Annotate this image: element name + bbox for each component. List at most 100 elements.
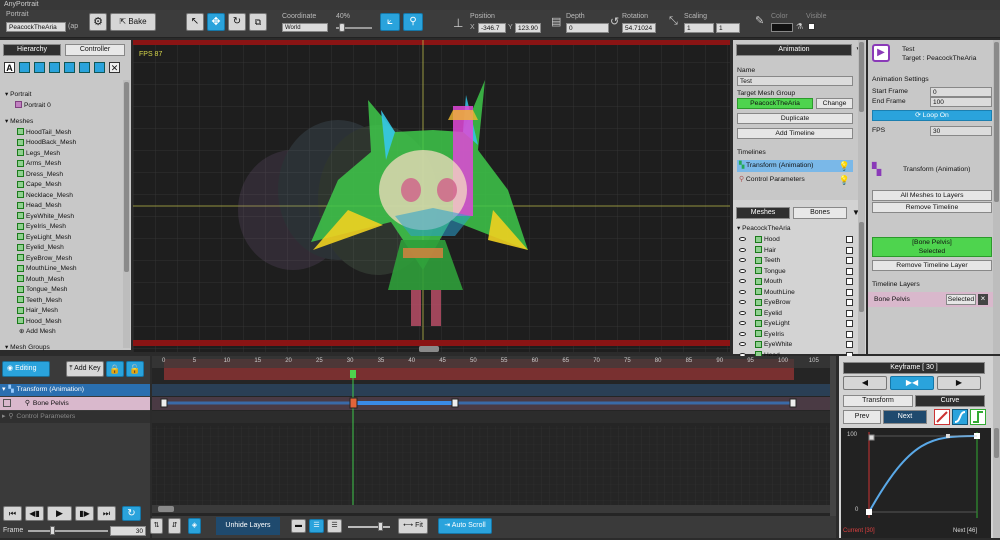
mesh-item[interactable]: Legs_Mesh — [17, 149, 120, 160]
eye-icon[interactable] — [739, 247, 746, 252]
layer-checkbox[interactable] — [846, 257, 853, 264]
bone-visibility-box[interactable] — [3, 399, 11, 408]
eye-icon[interactable] — [739, 237, 746, 242]
curve-linear-icon[interactable] — [934, 409, 950, 425]
add-timeline-button[interactable]: Add Timeline — [737, 128, 853, 139]
animation-scroll-thumb[interactable] — [859, 42, 864, 112]
scale-y-field[interactable]: 1 — [716, 23, 740, 33]
last-frame-icon[interactable]: ⏭ — [97, 506, 116, 521]
layer-item[interactable]: Hood — [739, 235, 857, 246]
layer-item[interactable]: Tongue — [739, 267, 857, 278]
mesh-item[interactable]: Mouth_Mesh — [17, 275, 120, 286]
mesh-item[interactable]: HoodBack_Mesh — [17, 138, 120, 149]
mesh-item[interactable]: Tongue_Mesh — [17, 285, 120, 296]
layer-item[interactable]: EyeLight — [739, 319, 857, 330]
hierarchy-scroll-thumb[interactable] — [124, 82, 129, 272]
timeline-row-transform[interactable]: ▾ ▚ Transform (Animation) — [0, 384, 150, 396]
move-tool-icon[interactable]: ✥ — [207, 13, 225, 31]
layer-group-header[interactable]: ▾ PeacockTheAria — [737, 224, 791, 235]
tree-mesh-groups-header[interactable]: ▾ Mesh Groups — [5, 343, 120, 354]
duplicate-button[interactable]: Duplicate — [737, 113, 853, 124]
start-frame-field[interactable]: 0 — [930, 87, 992, 97]
mesh-item[interactable]: Eyelid_Mesh — [17, 243, 120, 254]
rotation-field[interactable]: 54.71024 — [622, 23, 656, 33]
scale-x-field[interactable]: 1 — [684, 23, 714, 33]
keyframe-scrollbar[interactable] — [993, 356, 1000, 538]
auto-scroll-button[interactable]: ⇥ Auto Scroll — [438, 518, 492, 534]
viewport-hscroll-thumb[interactable] — [419, 346, 439, 352]
curve-graph[interactable]: 100 0 Current [30] Next [46] — [841, 428, 991, 538]
depth-field[interactable]: 0 — [566, 23, 609, 33]
color-swatch[interactable] — [771, 23, 793, 32]
row-medium-icon[interactable]: ☰ — [309, 519, 324, 533]
sort-icon[interactable]: ⇅ — [150, 518, 163, 534]
layer-checkbox[interactable] — [846, 309, 853, 317]
select-tool-icon[interactable]: ↖ — [186, 13, 204, 31]
filter-all-icon[interactable]: A — [4, 62, 15, 73]
all-meshes-button[interactable]: All Meshes to Layers — [872, 190, 992, 201]
properties-scroll-thumb[interactable] — [994, 42, 999, 202]
mesh-item[interactable]: Dress_Mesh — [17, 170, 120, 181]
tab-curve[interactable]: Curve — [915, 395, 985, 407]
tab-meshes[interactable]: Meshes — [736, 207, 790, 219]
timeline-hscroll[interactable] — [152, 505, 836, 513]
mesh-item[interactable]: Head_Mesh — [17, 201, 120, 212]
filter-image-icon[interactable] — [34, 62, 45, 73]
layer-checkbox[interactable] — [846, 330, 853, 338]
sort-depth-icon[interactable]: ⇵ — [168, 518, 181, 534]
rotate-tool-icon[interactable]: ↻ — [228, 13, 246, 31]
change-button[interactable]: Change — [816, 98, 853, 109]
eye-icon[interactable] — [739, 289, 746, 294]
timeline-row-bone[interactable]: ⚲ Bone Pelvis — [0, 397, 150, 410]
mesh-item[interactable]: EyeIris_Mesh — [17, 222, 120, 233]
layer-checkbox[interactable] — [846, 236, 853, 243]
zoom-timeline-track[interactable] — [348, 526, 390, 528]
first-frame-icon[interactable]: ⏮ — [3, 506, 22, 521]
layer-item[interactable]: EyeWhite — [739, 340, 857, 351]
timeline-layer-row[interactable]: Bone Pelvis Selected × — [868, 292, 994, 307]
prev-button[interactable]: Prev — [843, 410, 881, 424]
keyframe-scroll-thumb[interactable] — [994, 428, 999, 458]
properties-scrollbar[interactable] — [993, 40, 1000, 354]
hierarchy-scrollbar[interactable] — [123, 80, 130, 348]
timeline-vscroll[interactable] — [830, 356, 836, 516]
loop-play-icon[interactable]: ↻ — [122, 506, 141, 521]
layers-icon[interactable]: ◈ — [188, 518, 201, 534]
mesh-item[interactable]: Arms_Mesh — [17, 159, 120, 170]
mesh-item[interactable]: Hood_Mesh — [17, 317, 120, 328]
eye-icon[interactable] — [739, 268, 746, 273]
mesh-item[interactable]: Hair_Mesh — [17, 306, 120, 317]
frame-slider-thumb[interactable] — [50, 526, 55, 535]
layer-item[interactable]: EyeIris — [739, 330, 857, 341]
layer-item[interactable]: EyeBrow — [739, 298, 857, 309]
timeline-control-item[interactable]: ⚲ Control Parameters 💡 — [737, 174, 853, 186]
filter-none-icon[interactable]: ✕ — [109, 62, 120, 73]
frame-slider-track[interactable] — [28, 530, 108, 532]
lightbulb-icon-2[interactable]: 💡 — [839, 174, 850, 186]
bone-view-icon[interactable]: ⚲ — [403, 13, 423, 31]
tab-controller[interactable]: Controller — [65, 44, 125, 56]
mesh-item[interactable]: EyeBrow_Mesh — [17, 254, 120, 265]
mesh-item[interactable]: EyeWhite_Mesh — [17, 212, 120, 223]
frame-field[interactable]: 30 — [110, 526, 146, 536]
layer-checkbox[interactable] — [846, 267, 853, 275]
timeline-hscroll-thumb[interactable] — [158, 506, 174, 512]
layer-item[interactable]: Hair — [739, 246, 857, 257]
play-icon[interactable]: ▶ — [47, 506, 72, 521]
eye-icon[interactable] — [739, 342, 746, 347]
portrait-name-field[interactable]: PeacockTheAria — [6, 22, 66, 32]
timeline-area[interactable]: 0 5 10 15 20 25 30 35 40 45 50 55 60 65 70 75 80 85 90 95 10… — [152, 356, 836, 516]
gear-icon[interactable]: ⚙ — [89, 13, 107, 31]
unhide-layers-button[interactable]: Unhide Layers — [216, 517, 280, 535]
next-key-icon[interactable]: ▶ — [937, 376, 981, 390]
curve-constant-icon[interactable] — [970, 409, 986, 425]
mesh-item[interactable]: EyeLight_Mesh — [17, 233, 120, 244]
filter-mesh-icon[interactable] — [49, 62, 60, 73]
scale-tool-icon[interactable]: ⧉ — [249, 13, 267, 31]
layer-item[interactable]: Teeth — [739, 256, 857, 267]
filter-group-icon[interactable] — [64, 62, 75, 73]
fit-button[interactable]: ⟷ Fit — [398, 518, 428, 534]
row-large-icon[interactable]: ☰ — [327, 519, 342, 533]
lock-icon[interactable]: 🔒 — [106, 361, 124, 377]
coordinate-select[interactable]: World — [282, 23, 328, 32]
